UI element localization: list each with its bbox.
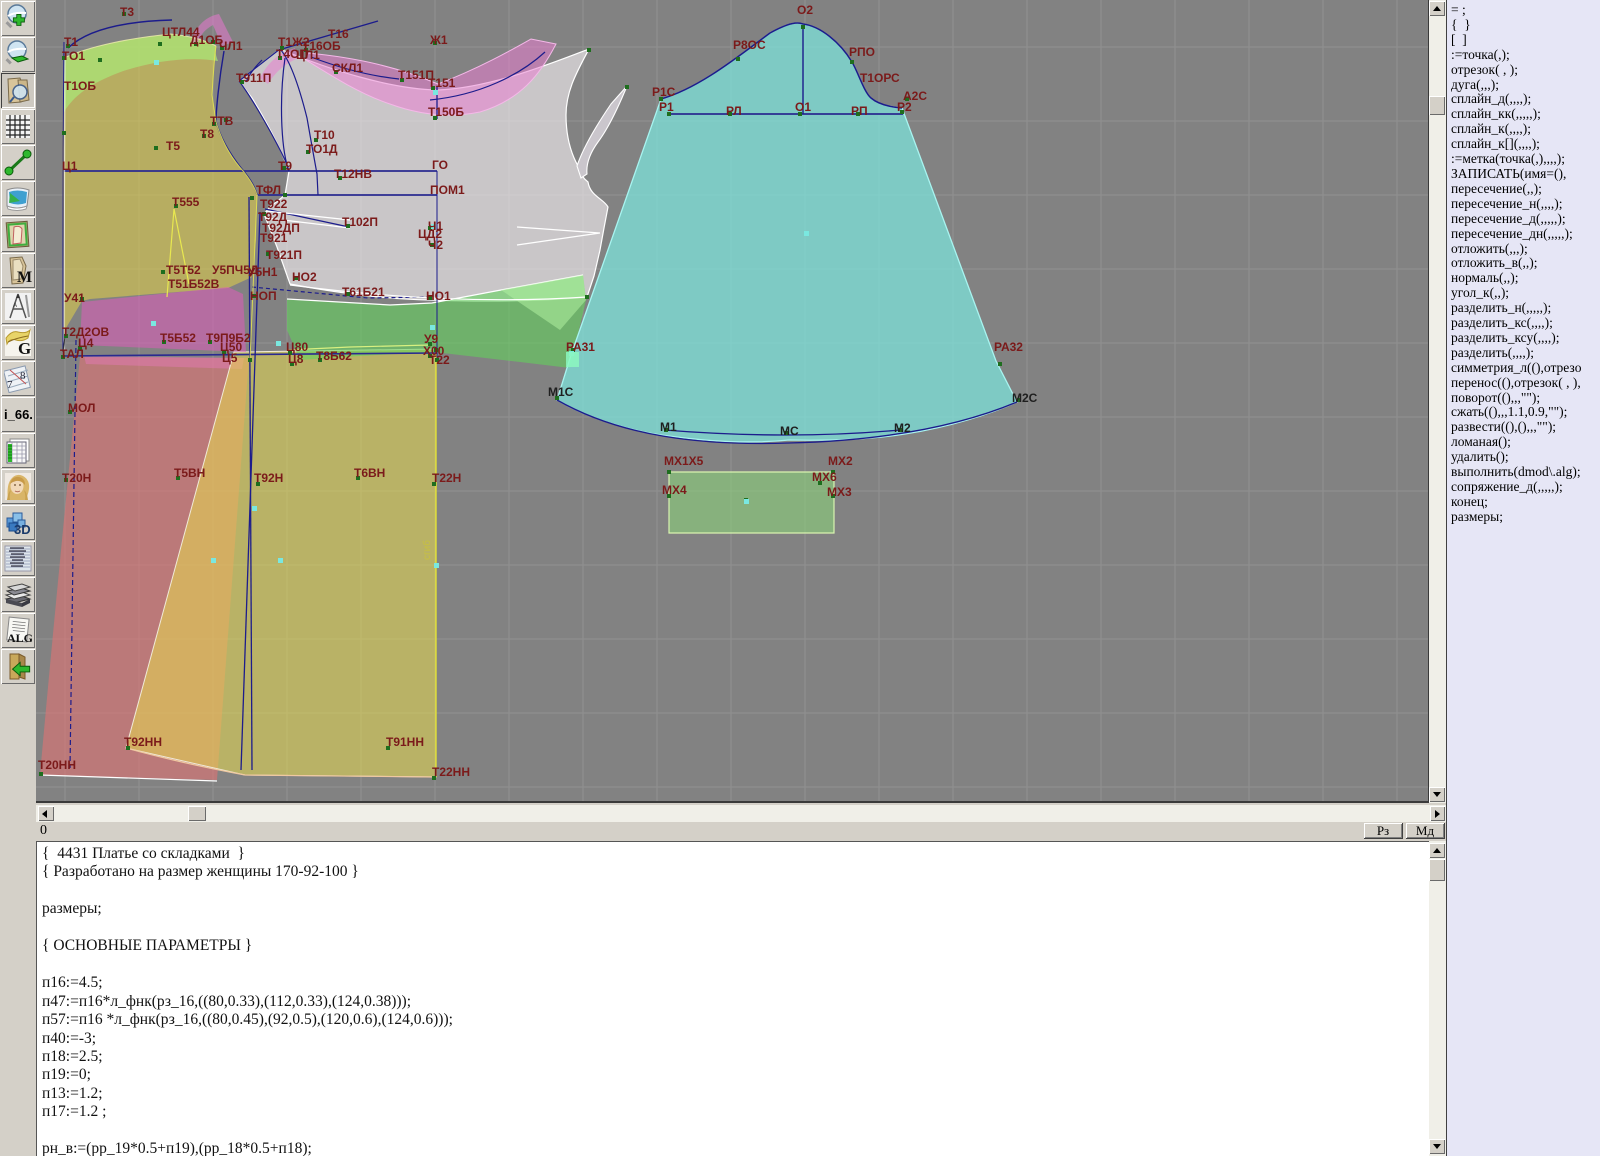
svg-text:Т5: Т5: [166, 139, 180, 153]
svg-text:РП: РП: [851, 104, 868, 118]
svg-text:РПО: РПО: [849, 45, 875, 59]
svg-text:Т92НН: Т92НН: [124, 735, 162, 749]
svg-text:У5Н1: У5Н1: [248, 265, 278, 279]
svg-text:Т1ОБ: Т1ОБ: [64, 79, 96, 93]
svg-text:СКЛ1: СКЛ1: [332, 61, 363, 75]
svg-text:Ч2: Ч2: [428, 238, 443, 252]
svg-text:i_66.: i_66.: [4, 407, 32, 422]
svg-text:МХ3: МХ3: [827, 485, 852, 499]
svg-text:Ц1: Ц1: [62, 159, 78, 173]
svg-text:МХ6: МХ6: [812, 470, 837, 484]
svg-text:Т5ВН: Т5ВН: [174, 466, 205, 480]
svg-text:О1: О1: [795, 100, 811, 114]
svg-text:Т22НН: Т22НН: [432, 765, 470, 779]
svg-text:Т61Б21: Т61Б21: [342, 285, 385, 299]
svg-text:ТО1: ТО1: [62, 49, 85, 63]
svg-text:ЦЛ1: ЦЛ1: [296, 48, 320, 62]
svg-text:M: M: [17, 269, 32, 285]
svg-text:Т150Б: Т150Б: [428, 105, 464, 119]
svg-text:РЛ: РЛ: [726, 104, 742, 118]
svg-text:Т22: Т22: [429, 353, 450, 367]
svg-text:7: 7: [7, 379, 13, 391]
svg-text:ТТВ: ТТВ: [210, 114, 234, 128]
svg-text:НОП: НОП: [250, 289, 277, 303]
svg-text:М2: М2: [894, 421, 911, 435]
svg-text:Т5Б52: Т5Б52: [160, 331, 196, 345]
svg-text:Т92Н: Т92Н: [254, 471, 283, 485]
svg-text:Р1: Р1: [659, 100, 674, 114]
svg-text:Т921П: Т921П: [266, 248, 302, 262]
svg-text:МХ2: МХ2: [828, 454, 853, 468]
svg-text:Т6ВН: Т6ВН: [354, 466, 385, 480]
svg-text:сгиб: сгиб: [421, 540, 433, 560]
svg-text:Т1: Т1: [64, 35, 78, 49]
svg-text:ПОМ1: ПОМ1: [430, 183, 465, 197]
svg-text:Т91НН: Т91НН: [386, 735, 424, 749]
svg-text:ALG: ALG: [7, 631, 32, 645]
svg-text:Т555: Т555: [172, 195, 200, 209]
svg-text:Т1ОРС: Т1ОРС: [860, 71, 900, 85]
svg-text:ТФЛ: ТФЛ: [256, 183, 281, 197]
svg-text:МХ1Х5: МХ1Х5: [664, 454, 704, 468]
svg-text:Т51Б52В: Т51Б52В: [168, 277, 220, 291]
svg-text:Ц5: Ц5: [222, 351, 238, 365]
svg-text:Ж1: Ж1: [429, 33, 448, 47]
svg-text:Т20Н: Т20Н: [62, 471, 91, 485]
svg-text:Т151: Т151: [428, 76, 456, 90]
svg-text:НО2: НО2: [292, 270, 317, 284]
svg-text:У41: У41: [64, 291, 85, 305]
svg-text:Т8: Т8: [200, 127, 214, 141]
svg-text:МХ4: МХ4: [662, 483, 687, 497]
svg-text:МС: МС: [780, 424, 799, 438]
svg-text:Т20НН: Т20НН: [38, 758, 76, 772]
svg-text:М2С: М2С: [1012, 391, 1038, 405]
svg-text:Т10: Т10: [314, 128, 335, 142]
svg-text:Р8ОС: Р8ОС: [733, 38, 766, 52]
svg-text:Т5Т52: Т5Т52: [166, 263, 201, 277]
svg-text:G: G: [18, 339, 31, 357]
svg-text:Т922: Т922: [260, 197, 288, 211]
svg-text:Т16: Т16: [328, 27, 349, 41]
svg-text:ТО1Д: ТО1Д: [306, 142, 338, 156]
svg-text:Ц8: Ц8: [288, 352, 304, 366]
svg-text:РА31: РА31: [566, 340, 595, 354]
svg-text:МОЛ: МОЛ: [68, 401, 95, 415]
svg-text:Т102П: Т102П: [342, 215, 378, 229]
svg-text:О2: О2: [797, 3, 813, 17]
svg-text:Т911П: Т911П: [236, 71, 271, 85]
svg-text:Т22Н: Т22Н: [432, 471, 461, 485]
svg-text:ЧЛ1: ЧЛ1: [219, 39, 243, 53]
svg-text:М1С: М1С: [548, 385, 574, 399]
svg-text:НО1: НО1: [426, 289, 451, 303]
svg-text:Т3: Т3: [120, 5, 134, 19]
svg-text:A: A: [13, 303, 17, 309]
svg-text:Т9: Т9: [278, 159, 292, 173]
svg-text:М1: М1: [660, 420, 677, 434]
svg-text:Т921: Т921: [260, 231, 288, 245]
svg-text:Р1С: Р1С: [652, 85, 676, 99]
svg-text:А2С: А2С: [903, 89, 927, 103]
svg-text:Т12НВ: Т12НВ: [334, 167, 372, 181]
svg-text:РА32: РА32: [994, 340, 1023, 354]
svg-text:Т8Б62: Т8Б62: [316, 349, 352, 363]
svg-text:ГО: ГО: [432, 158, 448, 172]
svg-text:3D: 3D: [14, 522, 31, 537]
svg-text:ТАЛ: ТАЛ: [60, 347, 84, 361]
